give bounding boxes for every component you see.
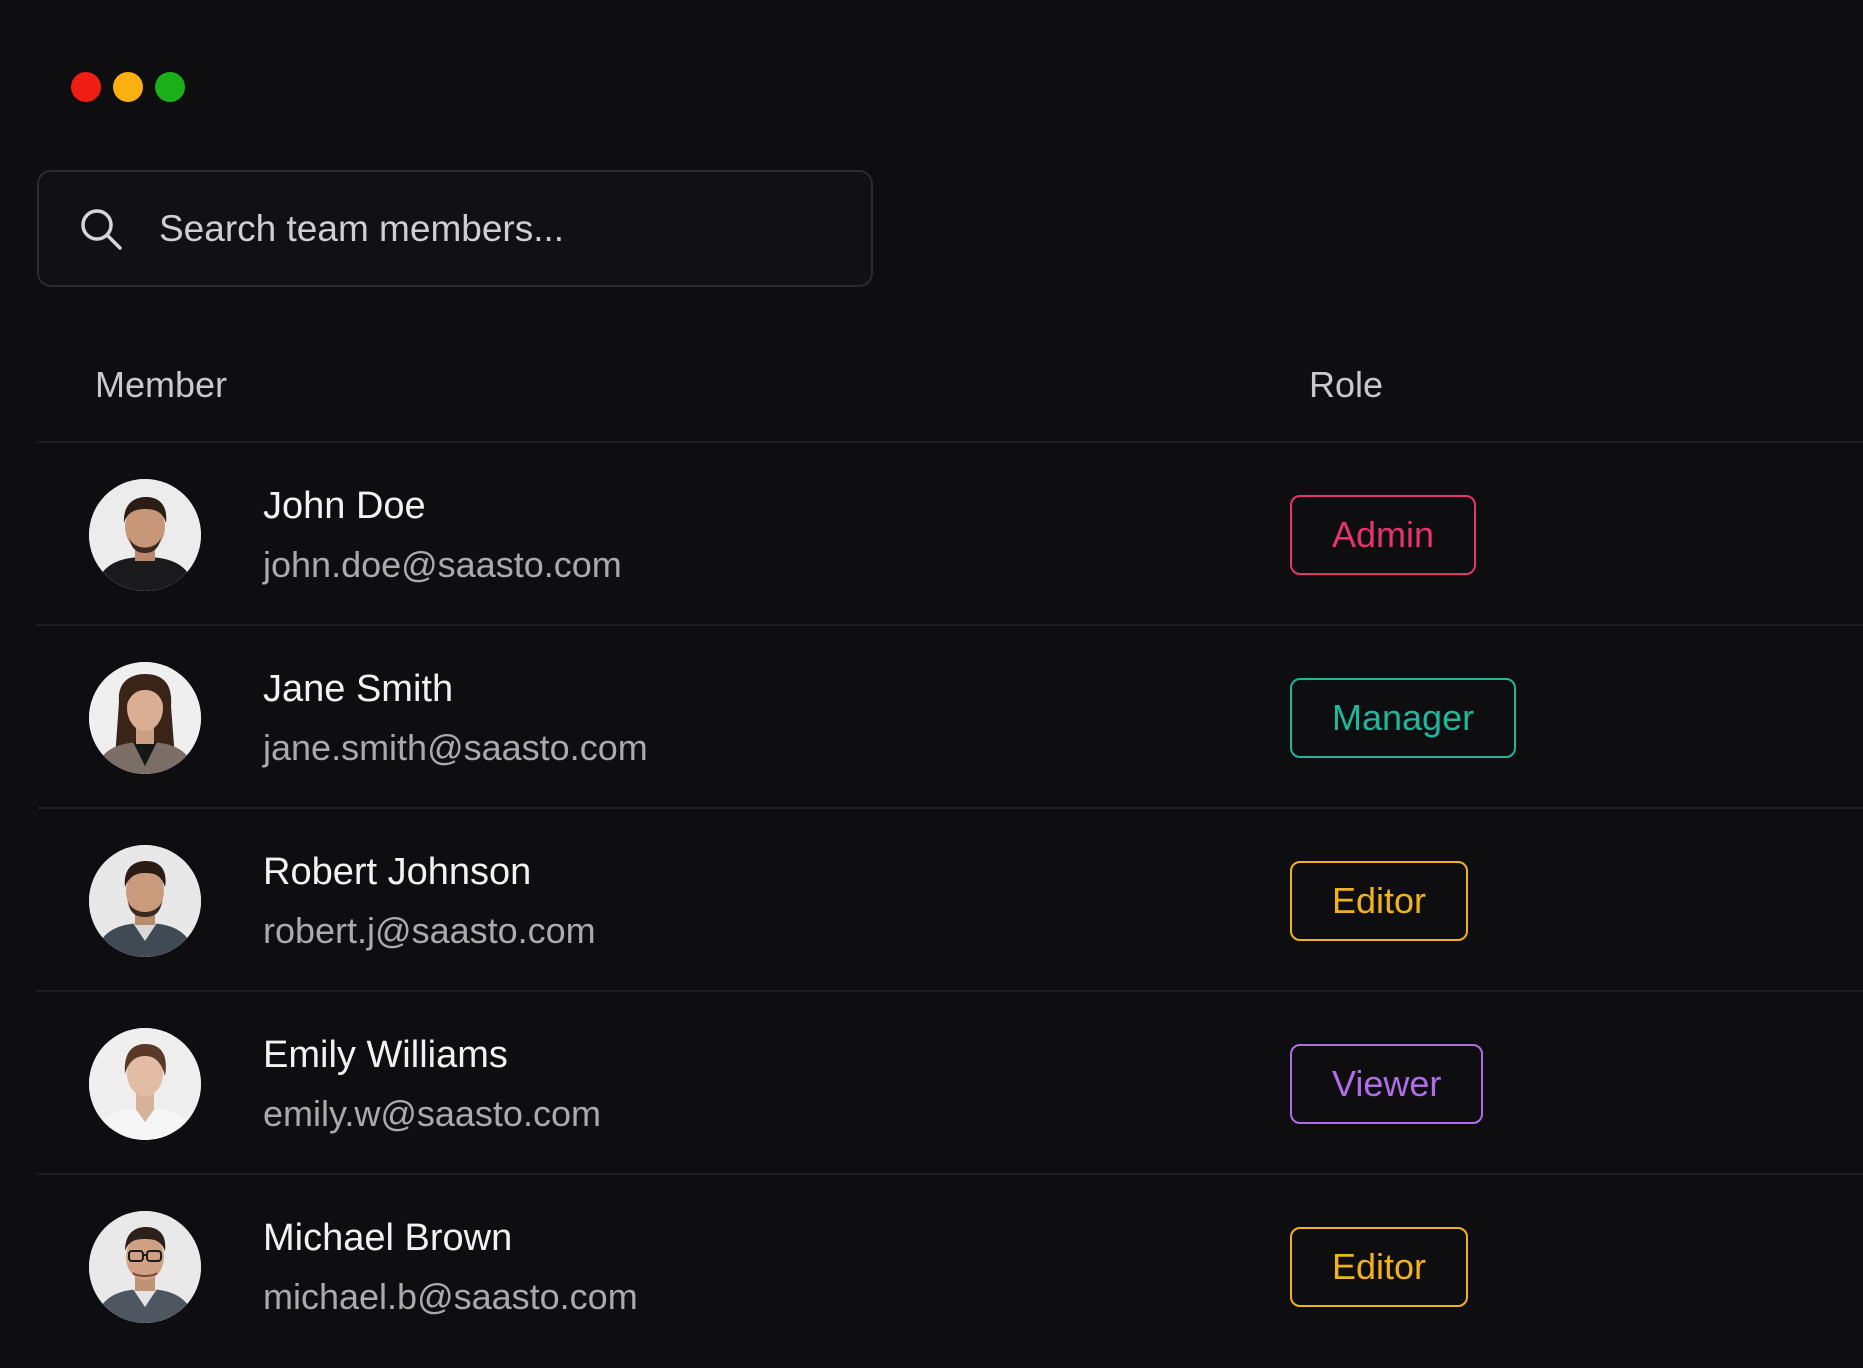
column-header-role[interactable]: Role (1309, 364, 1383, 406)
member-list: John Doe john.doe@saasto.com Admin Jane … (37, 443, 1863, 1358)
member-name: Emily Williams (263, 1034, 508, 1076)
member-email: michael.b@saasto.com (263, 1276, 638, 1317)
table-row[interactable]: Robert Johnson robert.j@saasto.com Edito… (37, 809, 1863, 992)
member-email: emily.w@saasto.com (263, 1093, 601, 1134)
role-badge[interactable]: Editor (1290, 1227, 1469, 1307)
zoom-window-button[interactable] (155, 72, 185, 102)
role-badge[interactable]: Viewer (1290, 1044, 1484, 1124)
role-badge[interactable]: Admin (1290, 495, 1477, 575)
search-bar[interactable] (37, 170, 873, 287)
table-header: Member Role (37, 350, 1863, 443)
avatar (89, 1211, 201, 1323)
search-icon (79, 207, 123, 251)
avatar (89, 845, 201, 957)
table-row[interactable]: Jane Smith jane.smith@saasto.com Manager (37, 626, 1863, 809)
member-email: jane.smith@saasto.com (263, 727, 648, 768)
table-row[interactable]: Emily Williams emily.w@saasto.com Viewer (37, 992, 1863, 1175)
role-badge[interactable]: Manager (1290, 678, 1517, 758)
window-controls (71, 72, 185, 102)
avatar (89, 479, 201, 591)
close-window-button[interactable] (71, 72, 101, 102)
avatar (89, 1028, 201, 1140)
table-row[interactable]: John Doe john.doe@saasto.com Admin (37, 443, 1863, 626)
member-name: Jane Smith (263, 668, 454, 710)
role-badge[interactable]: Editor (1290, 861, 1469, 941)
member-name: Robert Johnson (263, 851, 532, 893)
column-header-member: Member (95, 364, 228, 405)
minimize-window-button[interactable] (113, 72, 143, 102)
member-name: John Doe (263, 485, 426, 527)
member-email: john.doe@saasto.com (263, 544, 622, 585)
avatar (89, 662, 201, 774)
table-row[interactable]: Michael Brown michael.b@saasto.com Edito… (37, 1175, 1863, 1358)
search-input[interactable] (159, 207, 819, 250)
team-members-window: Member Role John Doe john.doe@saasto.com… (0, 0, 1863, 1368)
member-email: robert.j@saasto.com (263, 910, 596, 951)
member-name: Michael Brown (263, 1217, 513, 1259)
